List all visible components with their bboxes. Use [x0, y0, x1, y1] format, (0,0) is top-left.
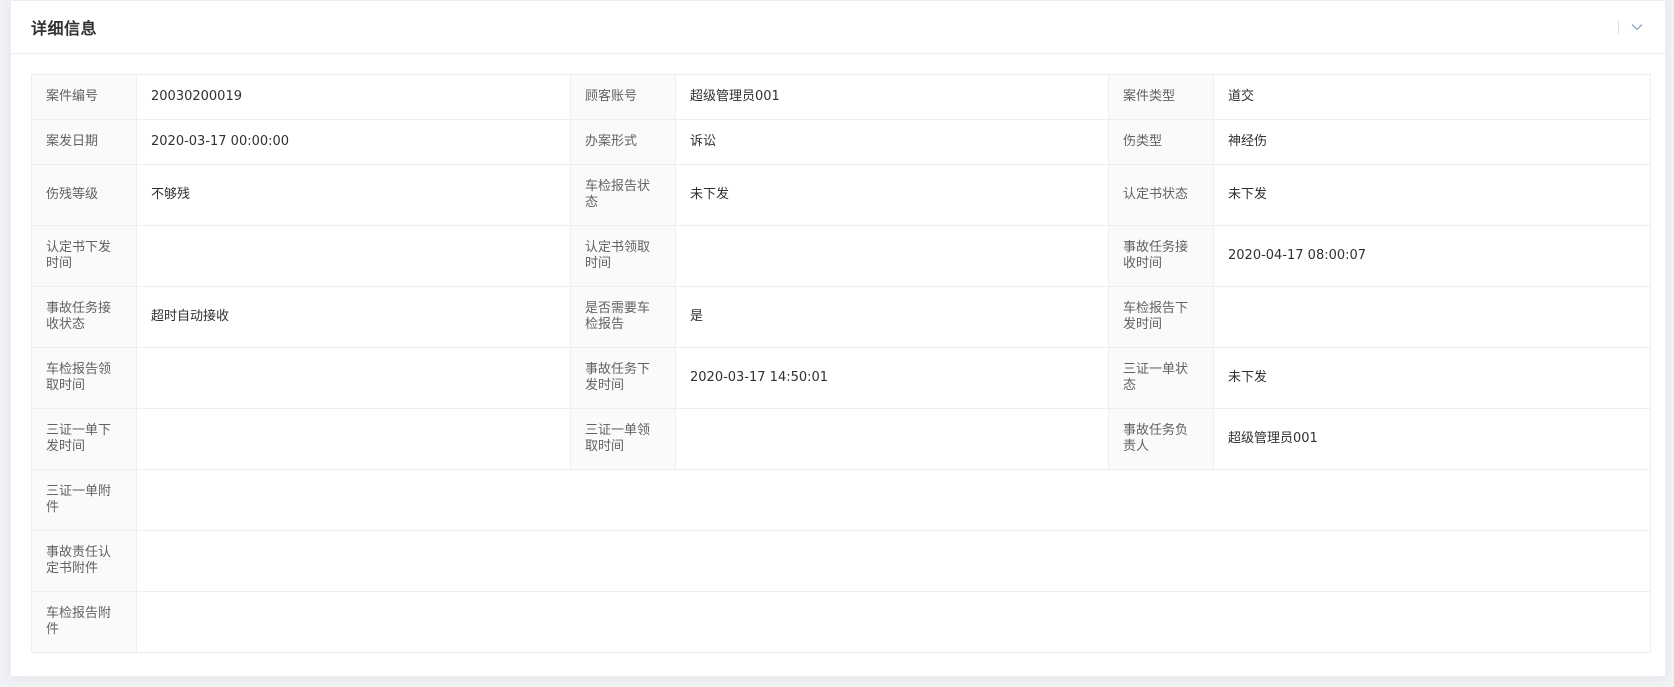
attachment-value — [136, 469, 1651, 531]
field-label: 三证一单下发时间 — [31, 408, 137, 470]
field-value: 2020-03-17 14:50:01 — [675, 347, 1109, 409]
field-label: 伤残等级 — [31, 164, 137, 226]
field-value: 未下发 — [1213, 164, 1651, 226]
field-label: 三证一单状态 — [1108, 347, 1214, 409]
table-row: 车检报告领取时间 事故任务下发时间 2020-03-17 14:50:01 三证… — [31, 347, 1651, 409]
table-row: 伤残等级 不够残 车检报告状态 未下发 认定书状态 未下发 — [31, 164, 1651, 226]
field-value — [136, 347, 571, 409]
card-title: 详细信息 — [31, 19, 98, 38]
field-value — [675, 408, 1109, 470]
field-label: 案件类型 — [1108, 74, 1214, 120]
field-value: 未下发 — [1213, 347, 1651, 409]
field-value — [675, 225, 1109, 287]
header-divider — [1618, 20, 1619, 34]
field-value: 诉讼 — [675, 119, 1109, 165]
card-body: 案件编号 20030200019 顾客账号 超级管理员001 案件类型 道交 案… — [11, 54, 1665, 653]
table-row: 车检报告附件 — [31, 591, 1651, 653]
field-value: 神经伤 — [1213, 119, 1651, 165]
field-label: 车检报告下发时间 — [1108, 286, 1214, 348]
field-label: 案件编号 — [31, 74, 137, 120]
table-row: 案发日期 2020-03-17 00:00:00 办案形式 诉讼 伤类型 神经伤 — [31, 119, 1651, 165]
field-label: 事故任务负责人 — [1108, 408, 1214, 470]
field-label: 认定书下发时间 — [31, 225, 137, 287]
field-value: 超时自动接收 — [136, 286, 571, 348]
table-row: 认定书下发时间 认定书领取时间 事故任务接收时间 2020-04-17 08:0… — [31, 225, 1651, 287]
field-value: 超级管理员001 — [1213, 408, 1651, 470]
attachment-value — [136, 591, 1651, 653]
field-value: 是 — [675, 286, 1109, 348]
attachment-label: 事故责任认定书附件 — [31, 530, 137, 592]
attachment-value — [136, 530, 1651, 592]
field-value: 20030200019 — [136, 74, 571, 120]
header-tools — [1618, 19, 1645, 35]
table-row: 事故责任认定书附件 — [31, 530, 1651, 592]
field-label: 事故任务接收时间 — [1108, 225, 1214, 287]
field-value: 2020-04-17 08:00:07 — [1213, 225, 1651, 287]
field-value — [1213, 286, 1651, 348]
detail-card: 详细信息 案件编号 20030200019 顾客账号 超级管理员001 案件类型… — [10, 0, 1666, 677]
field-label: 伤类型 — [1108, 119, 1214, 165]
field-value: 2020-03-17 00:00:00 — [136, 119, 571, 165]
table-row: 三证一单附件 — [31, 469, 1651, 531]
table-row: 三证一单下发时间 三证一单领取时间 事故任务负责人 超级管理员001 — [31, 408, 1651, 470]
field-label: 事故任务接收状态 — [31, 286, 137, 348]
field-label: 事故任务下发时间 — [570, 347, 676, 409]
field-label: 车检报告状态 — [570, 164, 676, 226]
field-value — [136, 225, 571, 287]
field-value: 道交 — [1213, 74, 1651, 120]
field-value: 超级管理员001 — [675, 74, 1109, 120]
field-label: 顾客账号 — [570, 74, 676, 120]
table-row: 案件编号 20030200019 顾客账号 超级管理员001 案件类型 道交 — [31, 74, 1651, 120]
field-label: 案发日期 — [31, 119, 137, 165]
card-header: 详细信息 — [11, 1, 1665, 54]
field-label: 车检报告领取时间 — [31, 347, 137, 409]
field-label: 是否需要车检报告 — [570, 286, 676, 348]
field-label: 三证一单领取时间 — [570, 408, 676, 470]
field-value: 不够残 — [136, 164, 571, 226]
detail-table: 案件编号 20030200019 顾客账号 超级管理员001 案件类型 道交 案… — [31, 74, 1651, 653]
field-label: 办案形式 — [570, 119, 676, 165]
collapse-button[interactable] — [1629, 19, 1645, 35]
field-label: 认定书状态 — [1108, 164, 1214, 226]
chevron-down-icon — [1631, 24, 1643, 31]
attachment-label: 三证一单附件 — [31, 469, 137, 531]
field-label: 认定书领取时间 — [570, 225, 676, 287]
table-row: 事故任务接收状态 超时自动接收 是否需要车检报告 是 车检报告下发时间 — [31, 286, 1651, 348]
attachment-label: 车检报告附件 — [31, 591, 137, 653]
field-value — [136, 408, 571, 470]
field-value: 未下发 — [675, 164, 1109, 226]
